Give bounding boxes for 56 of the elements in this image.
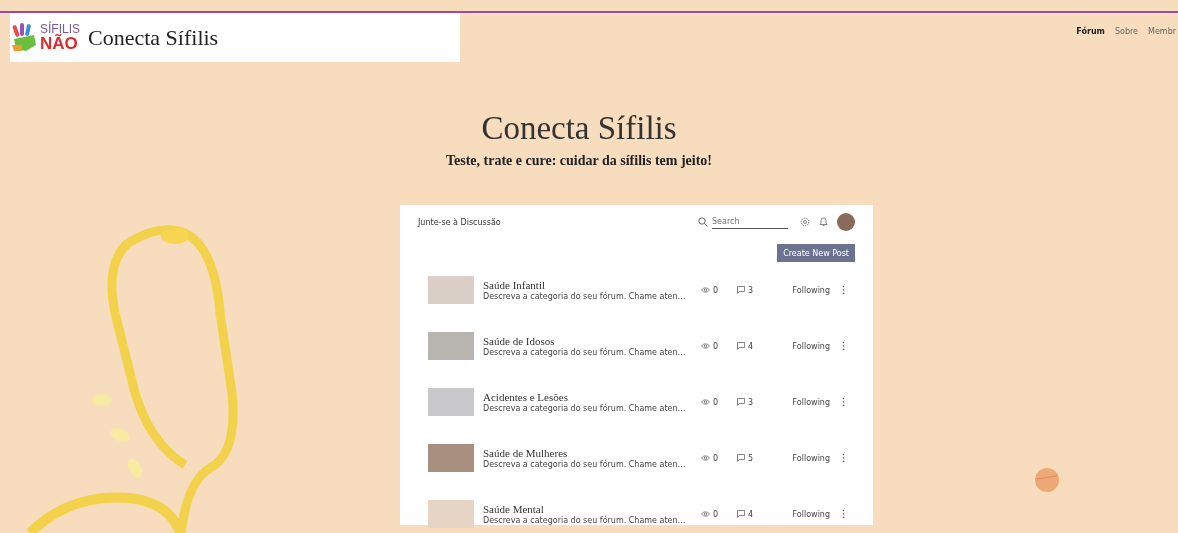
category-description: Descreva a categoria do seu fórum. Chame aten… [483, 348, 687, 357]
eye-icon [701, 399, 710, 405]
category-title[interactable]: Saúde de Idosos [483, 335, 701, 347]
category-title[interactable]: Acidentes e Lesões [483, 391, 701, 403]
comment-icon [737, 398, 745, 406]
search-field[interactable]: Search [712, 215, 788, 229]
comment-count: 3 [748, 397, 754, 407]
view-count: 0 [713, 453, 719, 463]
avatar[interactable] [837, 213, 855, 231]
more-icon[interactable] [842, 509, 845, 519]
comment-icon [737, 454, 745, 462]
category-description: Descreva a categoria do seu fórum. Chame aten… [483, 292, 687, 301]
comment-icon [737, 510, 745, 518]
hero-title: Conecta Sífilis [481, 110, 677, 147]
view-count: 0 [713, 341, 719, 351]
comment-count: 4 [748, 341, 754, 351]
logo[interactable]: SÍFILIS NÃO [12, 22, 80, 53]
hero-subtitle: Teste, trate e cure: cuidar da sífilis tem jeito! [445, 153, 713, 169]
category-title[interactable]: Saúde Mental [483, 503, 701, 515]
nav-link[interactable]: Sobre [1114, 27, 1138, 36]
view-count: 0 [713, 397, 719, 407]
site-title[interactable]: Conecta Sífilis [88, 24, 219, 51]
following-button[interactable]: Following [792, 285, 830, 295]
settings-icon[interactable] [800, 217, 810, 227]
comment-count: 3 [748, 285, 754, 295]
create-post-button[interactable]: Create New Post [777, 244, 855, 262]
following-button[interactable]: Following [792, 453, 830, 463]
view-count: 0 [713, 509, 719, 519]
pill-drawing [1033, 466, 1061, 494]
bell-icon[interactable] [819, 217, 828, 227]
forum-title[interactable]: Junte-se à Discussão [418, 217, 501, 227]
more-icon[interactable] [842, 453, 845, 463]
more-icon[interactable] [842, 341, 845, 351]
hand-icon [12, 22, 38, 53]
eye-icon [701, 287, 710, 293]
view-count: 0 [713, 285, 719, 295]
comment-count: 4 [748, 509, 754, 519]
search-icon [698, 217, 708, 227]
nav-link[interactable]: Membr [1148, 27, 1176, 36]
eye-icon [701, 343, 710, 349]
comment-count: 5 [748, 453, 754, 463]
category-title[interactable]: Saúde de Mulheres [483, 447, 701, 459]
more-icon[interactable] [842, 285, 845, 295]
category-description: Descreva a categoria do seu fórum. Chame aten… [483, 404, 687, 413]
more-icon[interactable] [842, 397, 845, 407]
nav-link[interactable]: Fórum [1076, 27, 1105, 36]
category-title[interactable]: Saúde Infantil [483, 279, 701, 291]
category-description: Descreva a categoria do seu fórum. Chame aten… [483, 460, 687, 469]
comment-icon [737, 286, 745, 294]
following-button[interactable]: Following [792, 397, 830, 407]
eye-icon [701, 455, 710, 461]
eye-icon [701, 511, 710, 517]
following-button[interactable]: Following [792, 341, 830, 351]
category-description: Descreva a categoria do seu fórum. Chame aten… [483, 516, 687, 525]
comment-icon [737, 342, 745, 350]
following-button[interactable]: Following [792, 509, 830, 519]
